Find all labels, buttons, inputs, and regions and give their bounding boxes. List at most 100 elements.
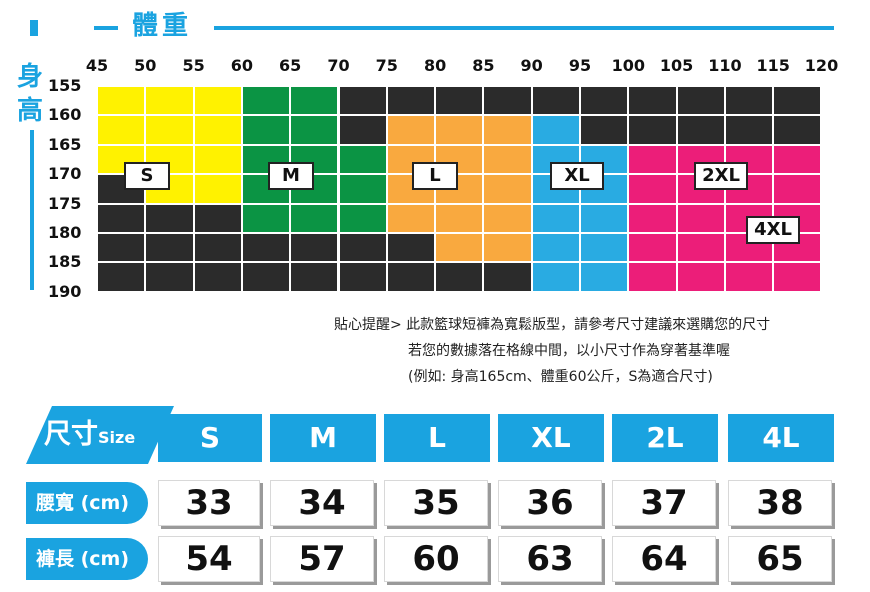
grid-cell-xl	[532, 234, 579, 262]
grid-cell-none	[629, 116, 676, 144]
grid-cell-s	[194, 87, 241, 115]
grid-cell-2xl	[629, 263, 676, 291]
grid-cell-2xl	[677, 204, 724, 232]
grid-cell-none	[339, 87, 386, 115]
height-tick: 165	[48, 134, 82, 154]
grid-cell-none	[677, 116, 724, 144]
size-tag-4xl: 4XL	[746, 216, 800, 244]
grid-cell-2xl	[774, 145, 821, 174]
grid-cell-none	[242, 234, 290, 262]
size-column-header: M	[270, 414, 376, 462]
height-tick: 175	[48, 193, 82, 213]
grid-cell-xl	[581, 204, 628, 232]
grid-cell-l	[484, 145, 531, 174]
row-label: 褲長 (cm)	[26, 538, 148, 580]
measure-value: 54	[158, 536, 260, 582]
size-column-header: 2L	[612, 414, 718, 462]
grid-cell-l	[484, 204, 531, 232]
weight-tick: 120	[804, 56, 839, 75]
weight-tick: 110	[708, 56, 742, 75]
grid-cell-none	[387, 263, 435, 291]
grid-cell-none	[774, 116, 821, 144]
weight-tick: 65	[279, 56, 302, 75]
grid-cell-xl	[532, 263, 579, 291]
size-tag-l: L	[412, 162, 458, 190]
grid-cell-s	[98, 87, 145, 115]
grid-cell-none	[387, 234, 435, 262]
note-line-3: (例如: 身高165cm、體重60公斤，S為適合尺寸)	[408, 369, 713, 385]
grid-cell-none	[98, 204, 145, 232]
grid-cell-l	[484, 175, 531, 203]
height-tick: 170	[48, 164, 82, 184]
size-header-sub: Size	[98, 428, 136, 447]
grid-cell-none	[532, 87, 579, 115]
grid-cell-none	[581, 87, 628, 115]
grid-cell-none	[194, 263, 241, 291]
row-label: 腰寬 (cm)	[26, 482, 148, 524]
height-tick: 190	[48, 281, 82, 301]
grid-cell-s	[194, 116, 241, 144]
weight-tick: 50	[134, 56, 157, 75]
grid-cell-l	[387, 116, 435, 144]
grid-cell-none	[194, 234, 241, 262]
weight-tick: 90	[520, 56, 543, 75]
height-axis-title-char-2: 高	[16, 96, 43, 126]
size-column-header: 4L	[728, 414, 834, 462]
weight-tick: 70	[327, 56, 350, 75]
weight-tick: 60	[230, 56, 254, 75]
grid-cell-l	[436, 234, 483, 262]
measure-value: 38	[728, 480, 832, 526]
grid-cell-none	[436, 263, 483, 291]
size-tag-s: S	[124, 162, 170, 190]
weight-tick: 85	[472, 56, 495, 75]
weight-tick: 95	[568, 56, 592, 75]
grid-cell-2xl	[629, 175, 676, 203]
grid-cell-none	[725, 116, 773, 144]
measure-value: 36	[498, 480, 602, 526]
grid-cell-2xl	[725, 263, 773, 291]
grid-cell-none	[581, 116, 628, 144]
grid-cell-xl	[532, 204, 579, 232]
grid-cell-2xl	[774, 263, 821, 291]
grid-cell-2xl	[629, 145, 676, 174]
grid-cell-m	[242, 116, 290, 144]
measure-value: 65	[728, 536, 832, 582]
size-tag-m: M	[268, 162, 314, 190]
weight-tick: 100	[611, 56, 645, 75]
grid-cell-none	[339, 116, 386, 144]
grid-cell-m	[339, 204, 386, 232]
weight-tick: 80	[423, 56, 447, 75]
weight-tick: 115	[756, 56, 790, 75]
grid-cell-s	[146, 87, 193, 115]
grid-cell-none	[291, 263, 338, 291]
grid-cell-m	[291, 204, 338, 232]
grid-cell-none	[146, 234, 193, 262]
grid-cell-xl	[581, 234, 628, 262]
grid-cell-m	[242, 87, 290, 115]
grid-cell-l	[436, 204, 483, 232]
grid-cell-none	[98, 263, 145, 291]
grid-cell-s	[194, 175, 241, 203]
height-axis-title-char-1: 身	[16, 62, 43, 92]
weight-tick: 105	[659, 56, 694, 75]
height-tick: 180	[48, 223, 82, 242]
note-line-1: 貼心提醒> 此款籃球短褲為寬鬆版型，請參考尺寸建議來選購您的尺寸	[334, 317, 771, 333]
grid-cell-none	[387, 87, 435, 115]
grid-cell-none	[339, 263, 386, 291]
grid-cell-2xl	[677, 263, 724, 291]
measure-value: 64	[612, 536, 716, 582]
height-tick: 155	[48, 76, 82, 95]
weight-tick: 55	[182, 56, 205, 75]
measure-value: 34	[270, 480, 374, 526]
grid-cell-none	[146, 204, 193, 232]
weight-tick: 45	[85, 56, 109, 75]
size-column-header: XL	[498, 414, 604, 462]
grid-cell-none	[484, 87, 531, 115]
grid-cell-none	[242, 263, 290, 291]
grid-cell-s	[194, 145, 241, 174]
grid-cell-none	[339, 234, 386, 262]
grid-cell-m	[242, 204, 290, 232]
height-axis-line	[30, 130, 34, 290]
height-tick: 185	[48, 252, 82, 272]
grid-cell-none	[98, 234, 145, 262]
